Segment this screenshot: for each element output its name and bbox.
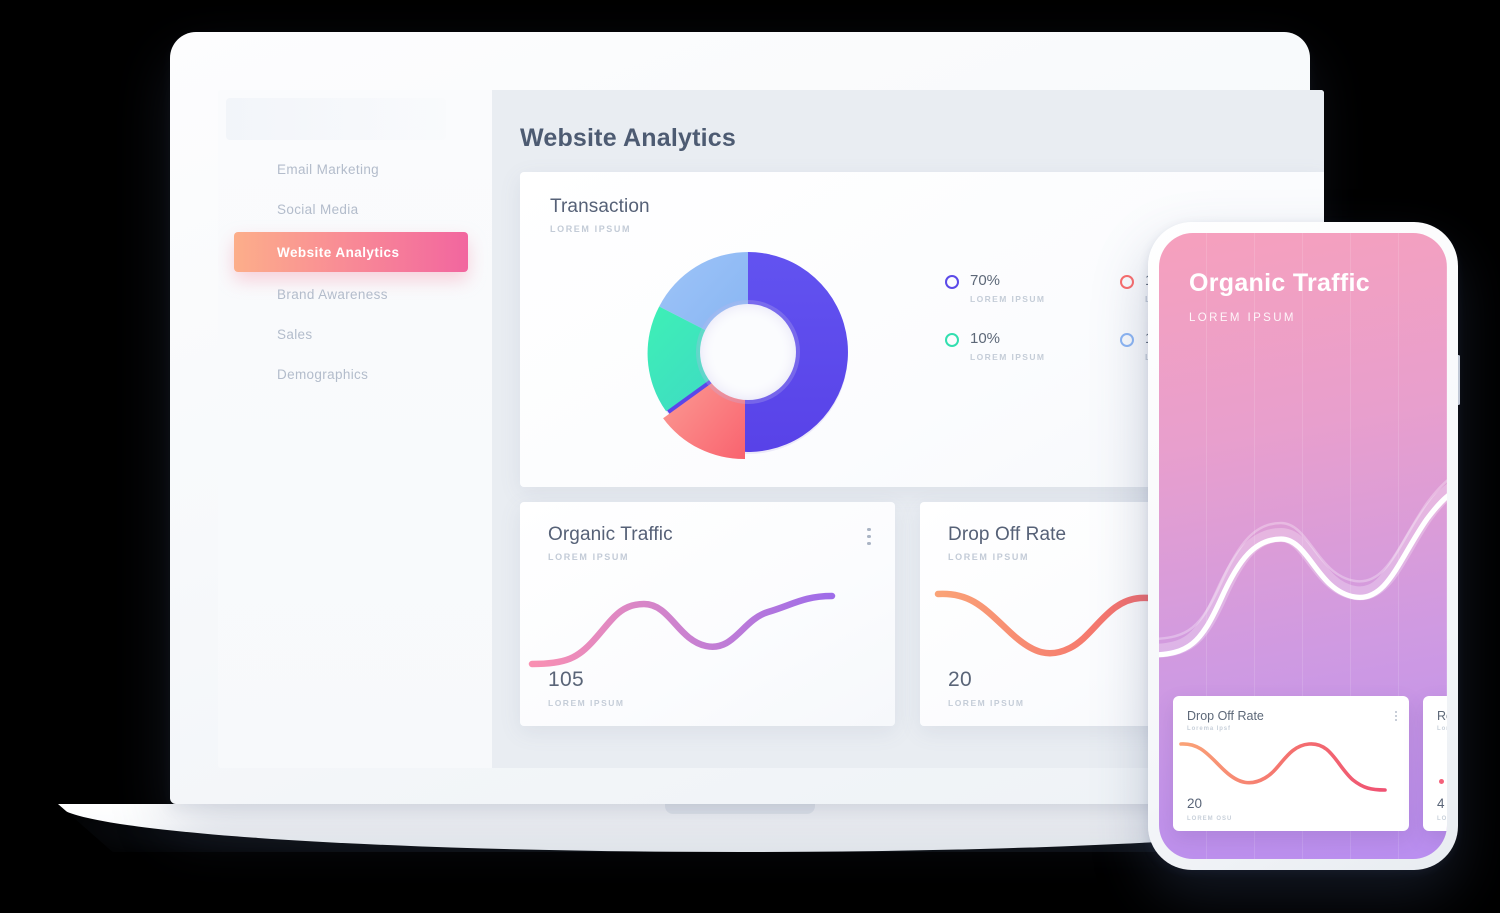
drop-off-rate-value-caption: LOREM IPSUM — [948, 698, 1025, 708]
sidebar-item-website-analytics[interactable]: Website Analytics — [234, 232, 468, 272]
organic-traffic-value: 105 — [548, 668, 584, 691]
laptop-lid: Email Marketing Social Media Website Ana… — [170, 32, 1324, 804]
sidebar-nav: Email Marketing Social Media Website Ana… — [218, 152, 492, 397]
legend-item[interactable]: 10% LOREM IPSUM — [945, 330, 1120, 362]
legend-ring-icon — [1120, 275, 1134, 289]
legend-caption: LOREM IPSUM — [970, 294, 1046, 304]
phone-frame: Organic Traffic LOREM IPSUM Drop Off Rat… — [1148, 222, 1458, 870]
donut-chart-svg — [647, 252, 848, 460]
sidebar-item-social-media[interactable]: Social Media — [218, 192, 492, 227]
phone-card-title: Re — [1437, 709, 1447, 723]
phone-card-subtitle: Lorema Ipsf — [1187, 726, 1231, 732]
organic-traffic-subtitle: LOREM IPSUM — [548, 552, 630, 562]
phone-title: Organic Traffic — [1189, 269, 1370, 297]
legend-caption: LOREM IPSUM — [970, 352, 1046, 362]
organic-traffic-card: Organic Traffic LOREM IPSUM 105 LOREM IP… — [520, 502, 895, 726]
laptop-hinge-notch — [665, 804, 815, 814]
sidebar-item-email-marketing[interactable]: Email Marketing — [218, 152, 492, 187]
mockup-stage: Email Marketing Social Media Website Ana… — [0, 0, 1500, 913]
legend-value: 70% — [970, 272, 1001, 289]
phone-card-value: 4 — [1437, 796, 1445, 811]
organic-traffic-value-caption: LOREM IPSUM — [548, 698, 625, 708]
phone-card-title: Drop Off Rate — [1187, 709, 1264, 723]
phone-drop-off-card[interactable]: Drop Off Rate Lorema Ipsf 20 LOREM OSU — [1173, 696, 1409, 831]
phone-drop-off-sparkline — [1179, 742, 1387, 792]
legend-item[interactable]: 70% LOREM IPSUM — [945, 272, 1120, 304]
phone-card-subtitle: Lor — [1437, 726, 1447, 732]
kebab-menu-icon[interactable] — [867, 528, 871, 546]
laptop-mockup: Email Marketing Social Media Website Ana… — [58, 32, 1424, 852]
transaction-card-title: Transaction — [550, 196, 650, 217]
phone-card-value: 20 — [1187, 796, 1203, 811]
organic-traffic-sparkline — [528, 592, 836, 668]
sidebar-logo-placeholder — [226, 98, 446, 140]
data-point-marker-icon — [1439, 779, 1444, 784]
phone-mockup: Organic Traffic LOREM IPSUM Drop Off Rat… — [1148, 222, 1460, 870]
phone-screen: Organic Traffic LOREM IPSUM Drop Off Rat… — [1159, 233, 1447, 859]
page-title: Website Analytics — [520, 124, 736, 152]
phone-secondary-card[interactable]: Re Lor 4 LO — [1423, 696, 1447, 831]
phone-wave-chart — [1159, 478, 1447, 658]
donut-chart — [624, 228, 872, 476]
legend-ring-icon — [1120, 333, 1134, 347]
sidebar: Email Marketing Social Media Website Ana… — [218, 90, 492, 768]
phone-header: Organic Traffic LOREM IPSUM — [1189, 269, 1370, 324]
organic-traffic-title: Organic Traffic — [548, 524, 673, 545]
phone-card-row: Drop Off Rate Lorema Ipsf 20 LOREM OSU R… — [1173, 696, 1447, 831]
legend-ring-icon — [945, 333, 959, 347]
phone-card-value-caption: LO — [1437, 816, 1447, 822]
sidebar-item-sales[interactable]: Sales — [218, 317, 492, 352]
sidebar-item-demographics[interactable]: Demographics — [218, 357, 492, 392]
kebab-menu-icon[interactable] — [1395, 711, 1397, 721]
phone-card-value-caption: LOREM OSU — [1187, 816, 1233, 822]
legend-ring-icon — [945, 275, 959, 289]
drop-off-rate-value: 20 — [948, 668, 972, 691]
phone-subtitle: LOREM IPSUM — [1189, 312, 1296, 324]
sidebar-item-brand-awareness[interactable]: Brand Awareness — [218, 277, 492, 312]
legend-value: 10% — [970, 330, 1001, 347]
